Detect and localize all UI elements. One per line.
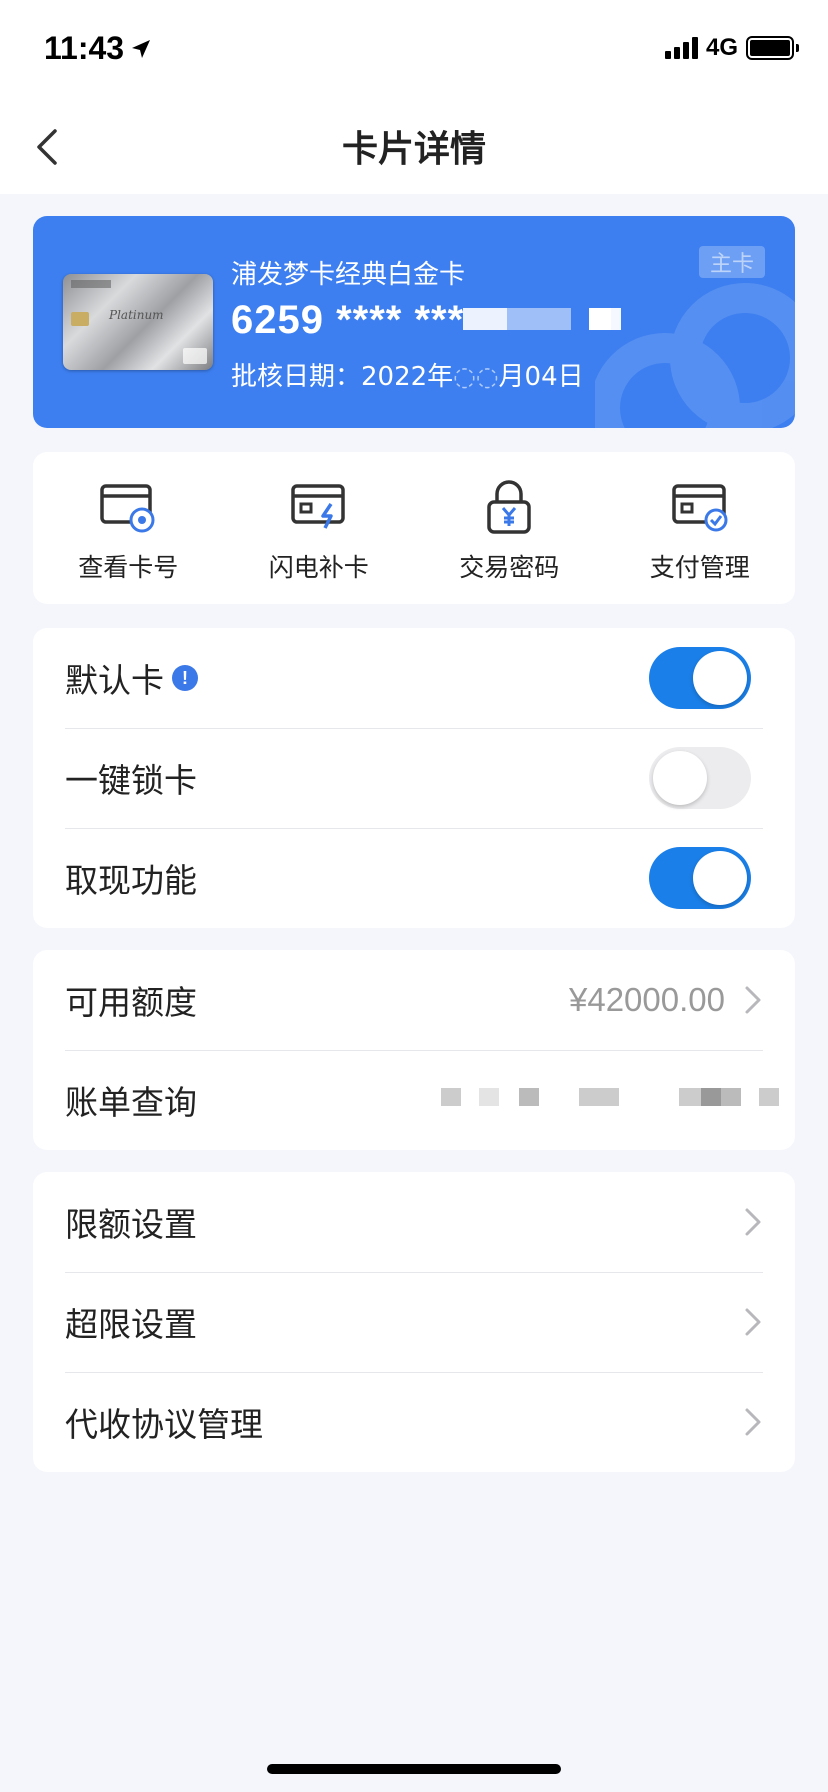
chevron-right-icon: [745, 1308, 761, 1336]
action-payment-management[interactable]: 支付管理: [605, 452, 796, 604]
pixelation-block: [759, 1088, 779, 1106]
row-default-card: 默认卡 !: [33, 628, 795, 728]
more-settings: 限额设置 超限设置 代收协议管理: [33, 1172, 795, 1472]
signal-icon: [664, 37, 698, 59]
pixelation-block: [519, 1088, 539, 1106]
status-time: 11:43: [44, 30, 152, 67]
row-over-limit-settings[interactable]: 超限设置: [33, 1272, 795, 1372]
pixelation-block: [679, 1088, 701, 1106]
cash-withdraw-toggle[interactable]: [649, 847, 751, 909]
battery-icon: [746, 36, 799, 60]
pixelation-block: [441, 1088, 461, 1106]
action-label: 交易密码: [459, 553, 560, 582]
chevron-right-icon: [745, 986, 761, 1014]
lock-yen-icon: [487, 480, 531, 534]
redaction-block: [463, 308, 507, 330]
primary-card-badge: 主卡: [699, 246, 765, 278]
card-image: Platinum: [63, 274, 213, 370]
clock-text: 11:43: [44, 30, 125, 66]
brand-watermark-icon: [595, 283, 795, 428]
location-arrow-icon: [132, 39, 151, 58]
action-label: 支付管理: [649, 553, 750, 582]
approval-date: 批核日期：2022年◌◌月04日: [231, 362, 584, 392]
payment-manage-icon: [672, 484, 728, 532]
status-indicators: 4G: [664, 34, 799, 62]
account-section: 可用额度 ¥42000.00 账单查询: [33, 950, 795, 1150]
lock-card-toggle[interactable]: [649, 747, 751, 809]
default-card-label: 默认卡: [65, 661, 164, 700]
action-flash-replace-card[interactable]: 闪电补卡: [224, 452, 415, 604]
row-limit-settings[interactable]: 限额设置: [33, 1172, 795, 1272]
card-name: 浦发梦卡经典白金卡: [231, 260, 466, 290]
flash-replace-card-icon: [291, 484, 345, 529]
chevron-right-icon: [745, 1408, 761, 1436]
bill-query-label: 账单查询: [65, 1083, 197, 1122]
pixelation-block: [579, 1088, 619, 1106]
page-title: 卡片详情: [341, 129, 486, 170]
row-lock-card: 一键锁卡: [33, 728, 795, 828]
redaction-block: [507, 308, 571, 330]
lock-card-label: 一键锁卡: [65, 761, 197, 800]
action-transaction-password[interactable]: 交易密码: [414, 452, 605, 604]
available-limit-value: ¥42000.00: [569, 981, 725, 1018]
action-view-card-number[interactable]: 查看卡号: [33, 452, 224, 604]
row-collection-agreement[interactable]: 代收协议管理: [33, 1372, 795, 1472]
row-cash-withdraw: 取现功能: [33, 828, 795, 928]
chevron-right-icon: [745, 1208, 761, 1236]
collection-agreement-label: 代收协议管理: [65, 1405, 263, 1444]
available-limit-label: 可用额度: [65, 983, 197, 1022]
nav-bar: 卡片详情: [0, 100, 828, 194]
action-label: 闪电补卡: [268, 553, 369, 582]
network-type: 4G: [705, 34, 738, 61]
info-icon[interactable]: !: [172, 665, 198, 691]
row-bill-query[interactable]: 账单查询: [33, 1050, 795, 1150]
home-indicator[interactable]: [267, 1764, 561, 1774]
card-settings: 默认卡 ! 一键锁卡 取现功能: [33, 628, 795, 928]
quick-actions: 查看卡号 闪电补卡 交易密码 支付管理: [33, 452, 795, 604]
over-limit-settings-label: 超限设置: [65, 1305, 197, 1344]
view-card-number-icon: [100, 484, 155, 533]
pixelation-block: [721, 1088, 741, 1106]
card-number: 6259 **** ***: [231, 298, 465, 342]
action-label: 查看卡号: [78, 553, 179, 582]
redaction-block: [599, 308, 621, 330]
card-banner[interactable]: Platinum 浦发梦卡经典白金卡 6259 **** *** 批核日期：20…: [33, 216, 795, 428]
pixelation-block: [701, 1088, 721, 1106]
status-bar: 11:43 4G: [0, 0, 828, 100]
row-available-limit[interactable]: 可用额度 ¥42000.00: [33, 950, 795, 1050]
pixelation-block: [479, 1088, 499, 1106]
default-card-toggle[interactable]: [649, 647, 751, 709]
limit-settings-label: 限额设置: [65, 1205, 197, 1244]
cash-withdraw-label: 取现功能: [65, 861, 197, 900]
